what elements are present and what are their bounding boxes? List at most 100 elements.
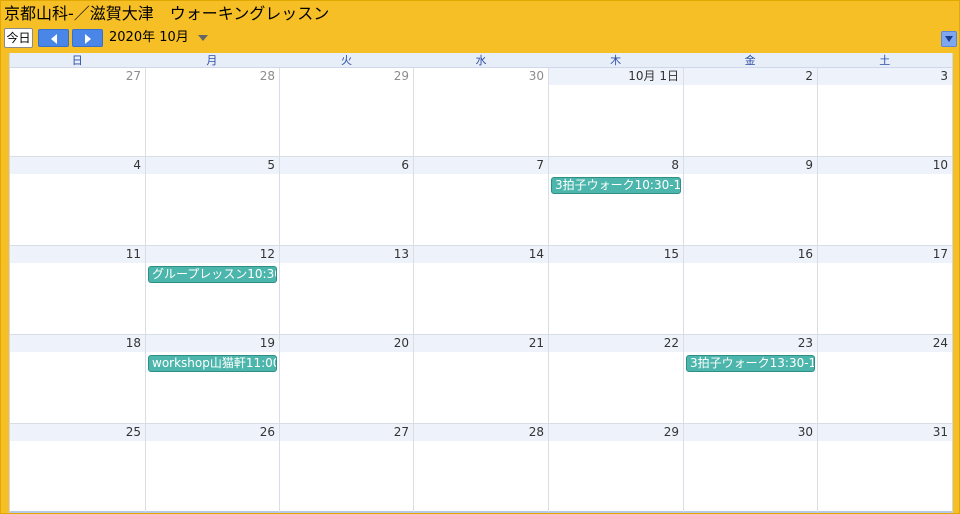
day-number[interactable]: 13 [280,246,413,263]
day-cell[interactable]: 30 [683,424,817,512]
day-cell[interactable]: 14 [413,246,548,334]
day-cell[interactable]: 19 workshop山猫軒11:00 [145,335,279,423]
day-cell[interactable]: 28 [145,68,279,156]
day-cell[interactable]: 24 [817,335,952,423]
calendar-event[interactable]: 3拍子ウォーク10:30-1 [551,177,681,194]
day-number[interactable]: 10 [818,157,952,174]
week-row: 11 12 グループレッスン10:30 13 14 15 16 17 [10,246,952,335]
calendar-title: 京都山科-／滋賀大津 ウォーキングレッスン [4,4,330,23]
month-grid: 日月火水木金土 27 28 29 30 10月 1日 2 3 4 5 6 7 8 3拍子ウォーク10:3… [9,53,953,513]
day-cell[interactable]: 15 [548,246,683,334]
day-cell[interactable]: 29 [279,68,413,156]
day-cell[interactable]: 16 [683,246,817,334]
day-number[interactable]: 19 [146,335,279,352]
day-cell[interactable]: 17 [817,246,952,334]
weekday-label: 日 [71,54,83,67]
day-number[interactable]: 20 [280,335,413,352]
week-row: 4 5 6 7 8 3拍子ウォーク10:30-1 9 10 [10,157,952,246]
day-cell[interactable]: 22 [548,335,683,423]
day-cell[interactable]: 25 [10,424,145,512]
day-number[interactable]: 7 [414,157,548,174]
calendar-event[interactable]: 3拍子ウォーク13:30-1 [686,355,815,372]
day-number[interactable]: 30 [414,68,548,85]
day-number[interactable]: 27 [10,68,145,85]
day-number[interactable]: 12 [146,246,279,263]
day-number[interactable]: 26 [146,424,279,441]
day-cell[interactable]: 28 [413,424,548,512]
day-number[interactable]: 4 [10,157,145,174]
day-cell[interactable]: 30 [413,68,548,156]
date-range-label: 2020年 10月 [109,30,189,45]
weekday-label: 火 [340,54,352,67]
day-cell[interactable]: 20 [279,335,413,423]
day-number[interactable]: 17 [818,246,952,263]
day-cell[interactable]: 4 [10,157,145,245]
day-number[interactable]: 22 [549,335,683,352]
day-number[interactable]: 28 [414,424,548,441]
day-cell[interactable]: 12 グループレッスン10:30 [145,246,279,334]
day-cell[interactable]: 26 [145,424,279,512]
day-cell[interactable]: 10月 1日 [548,68,683,156]
caret-down-icon[interactable] [198,35,208,41]
day-cell[interactable]: 18 [10,335,145,423]
day-cell[interactable]: 31 [817,424,952,512]
day-number[interactable]: 31 [818,424,952,441]
day-number[interactable]: 28 [146,68,279,85]
chevron-left-icon [51,34,57,44]
day-number[interactable]: 24 [818,335,952,352]
calendar-event[interactable]: workshop山猫軒11:00 [148,355,277,372]
day-number[interactable]: 27 [280,424,413,441]
day-cell[interactable]: 6 [279,157,413,245]
today-button[interactable]: 今日 [4,28,33,48]
weekday-label: 土 [879,54,891,67]
day-cell[interactable]: 27 [279,424,413,512]
day-cell[interactable]: 23 3拍子ウォーク13:30-1 [683,335,817,423]
day-cell[interactable]: 9 [683,157,817,245]
calendar-app: 京都山科-／滋賀大津 ウォーキングレッスン 今日 2020年 10月 日 月 火 水 木… [0,0,960,514]
caret-down-icon [945,36,953,42]
day-cell[interactable]: 8 3拍子ウォーク10:30-1 [548,157,683,245]
day-number[interactable]: 2 [684,68,817,85]
day-cell[interactable]: 2 [683,68,817,156]
weeks-container: 27 28 29 30 10月 1日 2 3 4 5 6 7 8 3拍子ウォーク10:30-1 9 10 11… [10,68,952,513]
day-number[interactable]: 29 [280,68,413,85]
day-number[interactable]: 21 [414,335,548,352]
weekday-label: 金 [744,54,756,67]
day-number[interactable]: 14 [414,246,548,263]
prev-month-button[interactable] [38,29,69,47]
calendar-event[interactable]: グループレッスン10:30 [148,266,277,283]
weekday-label: 月 [206,54,218,67]
chevron-right-icon [85,34,91,44]
day-number[interactable]: 29 [549,424,683,441]
day-cell[interactable]: 29 [548,424,683,512]
toolbar: 今日 2020年 10月 [1,26,959,50]
day-number[interactable]: 30 [684,424,817,441]
day-number[interactable]: 16 [684,246,817,263]
week-row: 18 19 workshop山猫軒11:00 20 21 22 23 3拍子ウォーク13:30… [10,335,952,424]
day-number[interactable]: 10月 1日 [549,68,683,85]
weekday-header: 日月火水木金土 [10,53,952,68]
week-row: 25 26 27 28 29 30 31 [10,424,952,513]
day-cell[interactable]: 13 [279,246,413,334]
day-number[interactable]: 8 [549,157,683,174]
day-number[interactable]: 23 [684,335,817,352]
day-number[interactable]: 9 [684,157,817,174]
day-cell[interactable]: 3 [817,68,952,156]
day-number[interactable]: 6 [280,157,413,174]
day-cell[interactable]: 27 [10,68,145,156]
day-number[interactable]: 18 [10,335,145,352]
day-number[interactable]: 3 [818,68,952,85]
day-number[interactable]: 5 [146,157,279,174]
day-number[interactable]: 25 [10,424,145,441]
weekday-label: 水 [475,54,487,67]
week-row: 27 28 29 30 10月 1日 2 3 [10,68,952,157]
day-number[interactable]: 11 [10,246,145,263]
day-cell[interactable]: 11 [10,246,145,334]
day-cell[interactable]: 5 [145,157,279,245]
view-menu-button[interactable] [941,31,957,47]
day-cell[interactable]: 10 [817,157,952,245]
day-number[interactable]: 15 [549,246,683,263]
next-month-button[interactable] [72,29,103,47]
day-cell[interactable]: 21 [413,335,548,423]
day-cell[interactable]: 7 [413,157,548,245]
